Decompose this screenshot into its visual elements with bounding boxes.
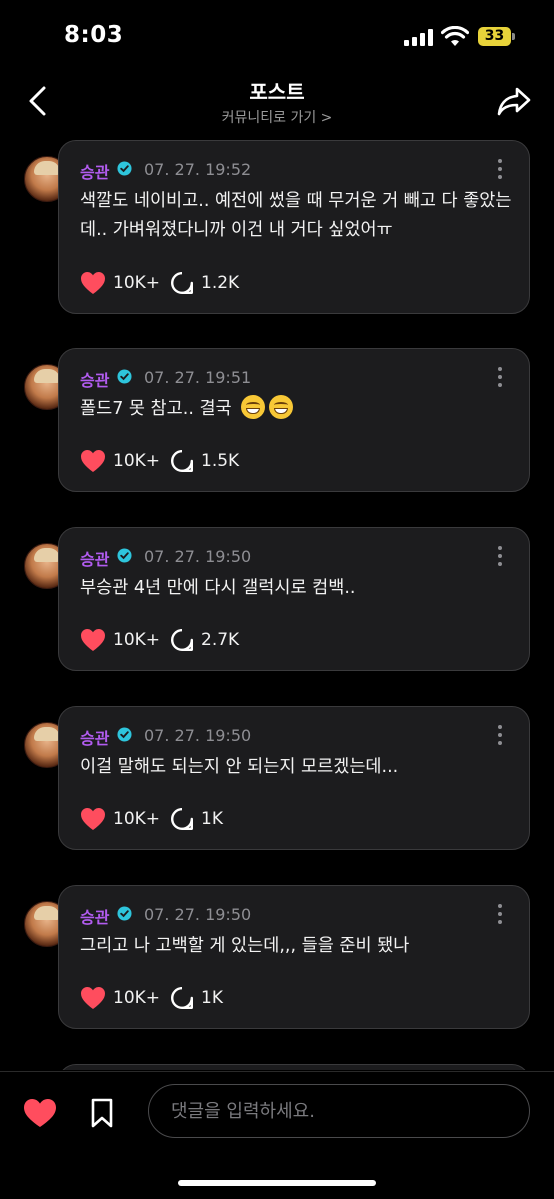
comment-input[interactable]: [148, 1084, 530, 1138]
more-options-icon[interactable]: [497, 725, 503, 745]
author-name[interactable]: 승관: [80, 367, 109, 391]
heart-icon[interactable]: [80, 449, 106, 473]
post-time: 07. 27. 19:52: [144, 160, 252, 179]
heart-icon[interactable]: [80, 807, 106, 831]
screen: 8:03 33 포스트 커뮤니티로 가기 > 승관 07. 27. 19:52 …: [0, 0, 554, 1199]
heart-icon[interactable]: [80, 986, 106, 1010]
page-title: 포스트: [249, 80, 305, 104]
heart-icon[interactable]: [23, 1098, 57, 1128]
post-text-row: 폴드7 못 참고.. 결국: [80, 395, 520, 424]
more-options-icon[interactable]: [497, 904, 503, 924]
battery-level: 33: [478, 27, 511, 46]
post-item: 승관 07. 27. 19:50 이걸 말해도 되는지 안 되는지 모르겠는데.…: [0, 706, 554, 851]
heart-icon[interactable]: [80, 271, 106, 295]
like-count: 10K+: [113, 451, 161, 471]
post-card[interactable]: [58, 1064, 530, 1070]
post-card[interactable]: 승관 07. 27. 19:50 이걸 말해도 되는지 안 되는지 모르겠는데.…: [58, 706, 530, 850]
more-options-icon[interactable]: [497, 367, 503, 387]
post-card[interactable]: 승관 07. 27. 19:50 부승관 4년 만에 다시 갤럭시로 컴백.. …: [58, 527, 530, 671]
verified-badge-icon: [117, 548, 132, 563]
author-name[interactable]: 승관: [80, 904, 109, 928]
heart-icon[interactable]: [80, 628, 106, 652]
author-name[interactable]: 승관: [80, 725, 109, 749]
post-item: 승관 07. 27. 19:50 부승관 4년 만에 다시 갤럭시로 컴백.. …: [0, 527, 554, 672]
more-options-icon[interactable]: [497, 159, 503, 179]
post-item: 승관 07. 27. 19:50 그리고 나 고백할 게 있는데,,, 들을 준…: [0, 885, 554, 1030]
comment-bubble-icon[interactable]: [170, 449, 194, 473]
grinning-face-emoji-icon: [241, 395, 266, 419]
post-card[interactable]: 승관 07. 27. 19:52 색깔도 네이비고.. 예전에 썼을 때 무거운…: [58, 140, 530, 314]
post-text: 부승관 4년 만에 다시 갤럭시로 컴백..: [80, 578, 356, 598]
comment-count: 2.7K: [201, 630, 240, 650]
post-text: 색깔도 네이비고.. 예전에 썼을 때 무거운 거 빼고 다 좋았는데.. 가벼…: [80, 191, 512, 240]
post-time: 07. 27. 19:50: [144, 726, 252, 745]
comment-count: 1K: [201, 809, 223, 829]
post-text: 폴드7 못 참고.. 결국: [80, 399, 232, 419]
home-indicator[interactable]: [178, 1180, 376, 1186]
more-options-icon[interactable]: [497, 546, 503, 566]
post-card[interactable]: 승관 07. 27. 19:50 그리고 나 고백할 게 있는데,,, 들을 준…: [58, 885, 530, 1029]
post-time: 07. 27. 19:50: [144, 905, 252, 924]
post-feed[interactable]: 승관 07. 27. 19:52 색깔도 네이비고.. 예전에 썼을 때 무거운…: [0, 140, 554, 1070]
post-time: 07. 27. 19:51: [144, 368, 252, 387]
comment-bubble-icon[interactable]: [170, 628, 194, 652]
author-name[interactable]: 승관: [80, 159, 109, 183]
header: 포스트 커뮤니티로 가기 >: [0, 72, 554, 136]
post-item: 승관 07. 27. 19:51 폴드7 못 참고.. 결국 10K+ 1.5K: [0, 348, 554, 493]
comment-bubble-icon[interactable]: [170, 986, 194, 1010]
grinning-face-emoji-icon: [269, 395, 294, 419]
bookmark-icon[interactable]: [90, 1098, 114, 1128]
post-item-partial: [0, 1064, 554, 1070]
wifi-icon: [441, 26, 469, 46]
like-count: 10K+: [113, 988, 161, 1008]
author-name[interactable]: 승관: [80, 546, 109, 570]
post-card[interactable]: 승관 07. 27. 19:51 폴드7 못 참고.. 결국 10K+ 1.5K: [58, 348, 530, 492]
verified-badge-icon: [117, 369, 132, 384]
comment-bubble-icon[interactable]: [170, 807, 194, 831]
post-text: 그리고 나 고백할 게 있는데,,, 들을 준비 됐나: [80, 936, 410, 956]
go-to-community-link[interactable]: 커뮤니티로 가기 >: [0, 107, 554, 127]
post-time: 07. 27. 19:50: [144, 547, 252, 566]
status-bar: 8:03 33: [0, 0, 554, 72]
post-text: 이걸 말해도 되는지 안 되는지 모르겠는데...: [80, 757, 399, 777]
verified-badge-icon: [117, 161, 132, 176]
comment-count: 1.5K: [201, 451, 240, 471]
post-item: 승관 07. 27. 19:52 색깔도 네이비고.. 예전에 썼을 때 무거운…: [0, 140, 554, 315]
like-count: 10K+: [113, 809, 161, 829]
verified-badge-icon: [117, 906, 132, 921]
like-count: 10K+: [113, 273, 161, 293]
comment-count: 1K: [201, 988, 223, 1008]
comment-count: 1.2K: [201, 273, 240, 293]
verified-badge-icon: [117, 727, 132, 742]
battery-icon: 33: [478, 27, 515, 46]
like-count: 10K+: [113, 630, 161, 650]
cellular-signal-icon: [404, 28, 434, 46]
status-time: 8:03: [64, 22, 124, 48]
share-icon[interactable]: [496, 85, 532, 117]
comment-bubble-icon[interactable]: [170, 271, 194, 295]
bottom-bar: [0, 1071, 554, 1199]
